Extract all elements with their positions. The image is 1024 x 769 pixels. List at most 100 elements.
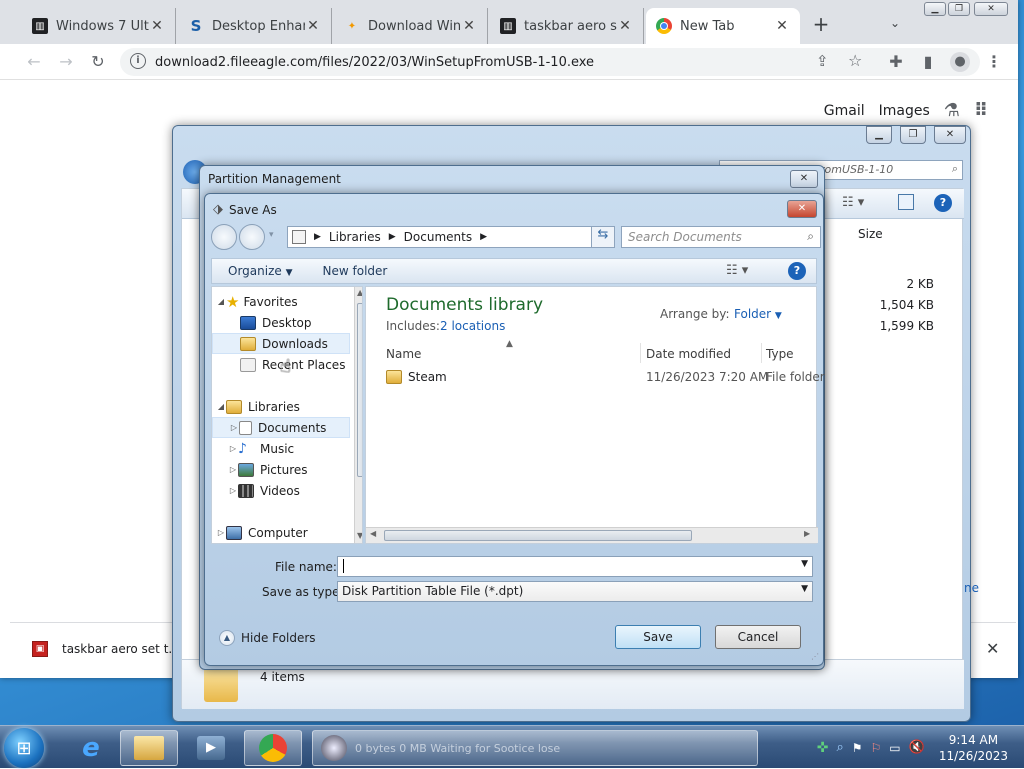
minimize-button[interactable]: ▁	[866, 126, 892, 144]
scroll-thumb[interactable]	[357, 303, 362, 477]
display-tray-icon[interactable]: ▭	[889, 741, 900, 755]
nav-libraries[interactable]: ◢ Libraries	[216, 396, 300, 417]
tray-clock[interactable]: 9:14 AM 11/26/2023	[939, 732, 1008, 764]
taskbar-active-task[interactable]: 0 bytes 0 MB Waiting for Sootice lose	[312, 730, 758, 766]
chevron-down-icon[interactable]: ▼	[801, 584, 808, 594]
breadcrumb[interactable]: ▶ Libraries ▶ Documents ▶ ▼	[287, 226, 609, 248]
scroll-down-icon[interactable]: ▼	[357, 531, 362, 540]
collapse-arrow-icon[interactable]: ▷	[228, 444, 238, 453]
file-row[interactable]: Steam 11/26/2023 7:20 AM File folder	[382, 369, 825, 389]
column-name[interactable]: Name	[386, 347, 421, 361]
taskbar-ie[interactable]: e	[62, 730, 120, 766]
download-item-name[interactable]: taskbar aero set t...	[62, 642, 180, 656]
gmail-link[interactable]: Gmail	[824, 103, 865, 119]
menu-kebab-icon[interactable]: ⋮	[984, 52, 1004, 72]
column-divider[interactable]	[761, 343, 762, 363]
nav-desktop[interactable]: Desktop	[240, 312, 312, 333]
nav-documents[interactable]: ▷ Documents	[212, 417, 350, 438]
expand-arrow-icon[interactable]: ◢	[216, 297, 226, 306]
nav-recent-places[interactable]: Recent Places	[240, 354, 345, 375]
nav-favorites[interactable]: ◢ ★ Favorites	[216, 291, 298, 312]
save-type-select[interactable]: Disk Partition Table File (*.dpt) ▼	[337, 581, 813, 602]
tab-download-winsetup[interactable]: ✦ Download WinSe ✕	[334, 8, 488, 44]
taskbar-media-player[interactable]: ▶	[182, 730, 240, 766]
url-text[interactable]: download2.fileeagle.com/files/2022/03/Wi…	[155, 55, 594, 70]
volume-muted-icon[interactable]: 🔇	[909, 740, 925, 755]
back-arrow-icon[interactable]: ←	[24, 52, 44, 72]
forward-arrow-icon[interactable]: →	[56, 52, 76, 72]
side-panel-icon[interactable]: ▮	[918, 52, 938, 72]
file-name-input[interactable]: ​ ▼	[337, 556, 813, 577]
profile-avatar-icon[interactable]: ●	[950, 52, 970, 72]
link-partial[interactable]: ne	[964, 581, 979, 595]
collapse-arrow-icon[interactable]: ▷	[216, 528, 226, 537]
tab-new-tab[interactable]: New Tab ✕	[646, 8, 800, 44]
flag-error-icon[interactable]: ⚐	[871, 741, 882, 755]
info-icon[interactable]: i	[130, 53, 146, 69]
back-button[interactable]	[211, 224, 237, 250]
help-icon[interactable]: ?	[788, 262, 806, 280]
close-window-button[interactable]: ✕	[974, 2, 1008, 16]
file-pane-hscroll[interactable]: ◀ ▶	[366, 527, 818, 543]
tab-taskbar-aero[interactable]: ▥ taskbar aero set ✕	[490, 8, 644, 44]
hide-folders-toggle[interactable]: ▲ Hide Folders	[219, 630, 316, 646]
share-icon[interactable]: ⇪	[816, 52, 829, 70]
expand-arrow-icon[interactable]: ◢	[216, 402, 226, 411]
network-tray-icon[interactable]: ✜	[817, 740, 829, 756]
views-icon[interactable]: ☷ ▾	[842, 195, 864, 210]
resize-grip-icon[interactable]: ⋰	[811, 652, 819, 661]
close-icon[interactable]: ✕	[617, 18, 633, 34]
cancel-button[interactable]: Cancel	[715, 625, 801, 649]
column-date-modified[interactable]: Date modified	[646, 347, 731, 361]
collapse-arrow-icon[interactable]: ▷	[229, 423, 239, 432]
close-download-bar-icon[interactable]: ✕	[986, 639, 999, 658]
maximize-button[interactable]: ❐	[900, 126, 926, 144]
tab-windows7[interactable]: ▥ Windows 7 Ultim ✕	[22, 8, 176, 44]
scroll-right-icon[interactable]: ▶	[804, 529, 810, 538]
scroll-left-icon[interactable]: ◀	[370, 529, 376, 538]
address-bar[interactable]: i download2.fileeagle.com/files/2022/03/…	[120, 48, 980, 76]
close-button[interactable]: ✕	[787, 200, 817, 218]
close-icon[interactable]: ✕	[461, 18, 477, 34]
nav-computer[interactable]: ▷ Computer	[216, 522, 308, 543]
column-divider[interactable]	[640, 343, 641, 363]
scroll-up-icon[interactable]: ▲	[357, 288, 362, 297]
maximize-button[interactable]: ❐	[948, 2, 970, 16]
nav-music[interactable]: ▷ ♪ Music	[228, 438, 294, 459]
nav-videos[interactable]: ▷ Videos	[228, 480, 300, 501]
collapse-arrow-icon[interactable]: ▷	[228, 486, 238, 495]
apps-grid-icon[interactable]: ⠿	[974, 100, 988, 121]
nav-pictures[interactable]: ▷ Pictures	[228, 459, 308, 480]
breadcrumb-libraries[interactable]: Libraries	[329, 230, 381, 244]
start-button[interactable]: ⊞	[4, 728, 44, 768]
close-icon[interactable]: ✕	[149, 18, 165, 34]
search-tray-icon[interactable]: ⌕	[836, 740, 843, 755]
includes-locations-link[interactable]: 2 locations	[440, 319, 505, 333]
column-size[interactable]: Size	[858, 227, 883, 241]
bookmark-star-icon[interactable]: ☆	[848, 51, 862, 70]
tab-search-chevron-icon[interactable]: ⌄	[890, 16, 900, 30]
nav-scrollbar[interactable]: ▲ ▼	[354, 287, 362, 543]
recent-pages-chevron-icon[interactable]: ▾	[269, 230, 274, 240]
new-tab-button[interactable]: +	[810, 14, 832, 36]
extensions-puzzle-icon[interactable]: ✚	[886, 52, 906, 72]
tab-desktop-enhance[interactable]: S Desktop Enhance ✕	[178, 8, 332, 44]
search-input[interactable]: Search Documents ⌕	[621, 226, 821, 248]
breadcrumb-documents[interactable]: Documents	[404, 230, 472, 244]
save-button[interactable]: Save	[615, 625, 701, 649]
close-icon[interactable]: ✕	[305, 18, 321, 34]
nav-downloads[interactable]: Downloads	[212, 333, 350, 354]
images-link[interactable]: Images	[879, 103, 930, 119]
help-icon[interactable]: ?	[934, 194, 952, 212]
taskbar-explorer[interactable]	[120, 730, 178, 766]
action-center-icon[interactable]: ⚑	[852, 741, 863, 755]
organize-button[interactable]: Organize ▼	[228, 264, 293, 278]
reload-icon[interactable]: ↻	[88, 52, 108, 72]
labs-flask-icon[interactable]: ⚗	[944, 100, 960, 121]
taskbar-chrome[interactable]	[244, 730, 302, 766]
chevron-down-icon[interactable]: ▼	[801, 559, 808, 569]
arrange-by-dropdown[interactable]: Folder ▼	[734, 307, 782, 321]
close-button[interactable]: ✕	[790, 170, 818, 188]
views-icon[interactable]: ☷ ▾	[726, 263, 748, 278]
minimize-button[interactable]: ▁	[924, 2, 946, 16]
